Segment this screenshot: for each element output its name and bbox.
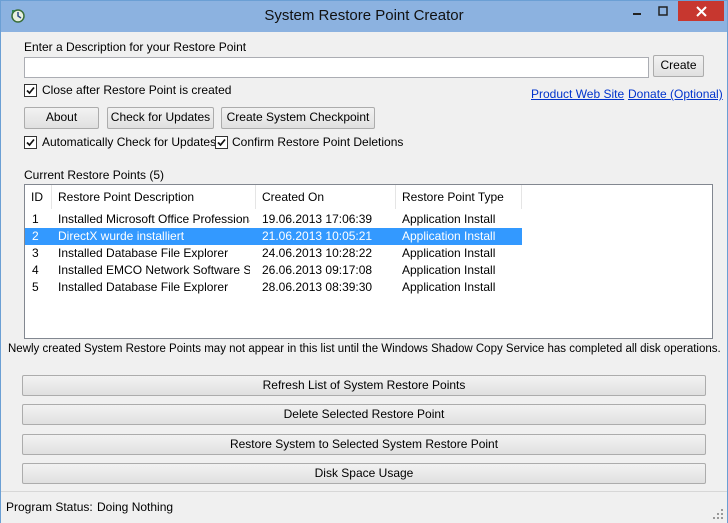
close-button[interactable]	[678, 1, 724, 21]
cell-description: Installed EMCO Network Software Sca...	[58, 263, 250, 277]
cell-type: Application Install	[402, 263, 496, 277]
cell-created: 21.06.2013 10:05:21	[262, 229, 373, 243]
cell-type: Application Install	[402, 246, 496, 260]
table-row[interactable]: 3 Installed Database File Explorer 24.06…	[25, 245, 522, 262]
cell-id: 5	[32, 280, 39, 294]
about-button[interactable]: About	[24, 107, 99, 129]
confirm-deletions-checkbox[interactable]	[215, 136, 228, 149]
cell-type: Application Install	[402, 212, 496, 226]
cell-created: 28.06.2013 08:39:30	[262, 280, 373, 294]
status-bar: Program Status: Doing Nothing	[1, 491, 727, 523]
column-header-type[interactable]: Restore Point Type	[396, 185, 522, 209]
checkmark-icon	[217, 138, 226, 147]
list-note: Newly created System Restore Points may …	[8, 343, 721, 355]
description-label: Enter a Description for your Restore Poi…	[24, 40, 247, 54]
restore-points-title: Current Restore Points (5)	[24, 168, 165, 182]
window-title: System Restore Point Creator	[264, 7, 464, 24]
cell-description: DirectX wurde installiert	[58, 229, 185, 243]
description-input[interactable]	[24, 57, 649, 78]
table-row[interactable]: 1 Installed Microsoft Office Professiona…	[25, 211, 522, 228]
cell-id: 2	[32, 229, 39, 243]
app-window: System Restore Point Creator Enter a Des…	[0, 0, 728, 523]
status-value: Doing Nothing	[97, 500, 174, 514]
cell-id: 4	[32, 263, 39, 277]
main-panel: Enter a Description for your Restore Poi…	[8, 32, 723, 490]
create-checkpoint-button[interactable]: Create System Checkpoint	[221, 107, 375, 129]
cell-created: 24.06.2013 10:28:22	[262, 246, 373, 260]
cell-description: Installed Database File Explorer	[58, 246, 229, 260]
cell-type: Application Install	[402, 229, 496, 243]
maximize-icon	[658, 6, 668, 16]
cell-id: 1	[32, 212, 39, 226]
check-updates-button[interactable]: Check for Updates	[107, 107, 214, 129]
cell-description: Installed Microsoft Office Professional …	[58, 212, 250, 226]
minimize-icon	[633, 13, 641, 15]
refresh-list-button[interactable]: Refresh List of System Restore Points	[22, 375, 706, 396]
table-row[interactable]: 5 Installed Database File Explorer 28.06…	[25, 279, 522, 296]
delete-restore-point-button[interactable]: Delete Selected Restore Point	[22, 404, 706, 425]
product-website-link[interactable]: Product Web Site	[531, 87, 624, 101]
table-row-selected[interactable]: 2 DirectX wurde installiert 21.06.2013 1…	[25, 228, 522, 245]
close-after-label: Close after Restore Point is created	[42, 83, 232, 97]
cell-type: Application Install	[402, 280, 496, 294]
cell-created: 26.06.2013 09:17:08	[262, 263, 373, 277]
checkmark-icon	[26, 138, 35, 147]
minimize-button[interactable]	[624, 1, 650, 21]
title-bar[interactable]: System Restore Point Creator	[1, 1, 727, 32]
confirm-deletions-label: Confirm Restore Point Deletions	[232, 135, 404, 149]
status-label: Program Status:	[6, 500, 93, 514]
column-header-description[interactable]: Restore Point Description	[52, 185, 256, 209]
column-header-created[interactable]: Created On	[256, 185, 396, 209]
cell-id: 3	[32, 246, 39, 260]
auto-check-updates-label: Automatically Check for Updates	[42, 135, 217, 149]
resize-grip-icon[interactable]	[712, 508, 724, 520]
restore-points-list[interactable]: ID Restore Point Description Created On …	[24, 184, 713, 339]
close-icon	[695, 5, 707, 17]
table-row[interactable]: 4 Installed EMCO Network Software Sca...…	[25, 262, 522, 279]
auto-check-updates-checkbox[interactable]	[24, 136, 37, 149]
column-header-id[interactable]: ID	[25, 185, 52, 209]
disk-space-usage-button[interactable]: Disk Space Usage	[22, 463, 706, 484]
restore-system-button[interactable]: Restore System to Selected System Restor…	[22, 434, 706, 455]
maximize-button[interactable]	[650, 1, 676, 21]
create-button[interactable]: Create	[653, 55, 704, 77]
cell-description: Installed Database File Explorer	[58, 280, 229, 294]
cell-created: 19.06.2013 17:06:39	[262, 212, 373, 226]
checkmark-icon	[26, 86, 35, 95]
close-after-checkbox[interactable]	[24, 84, 37, 97]
donate-link[interactable]: Donate (Optional)	[628, 87, 723, 101]
